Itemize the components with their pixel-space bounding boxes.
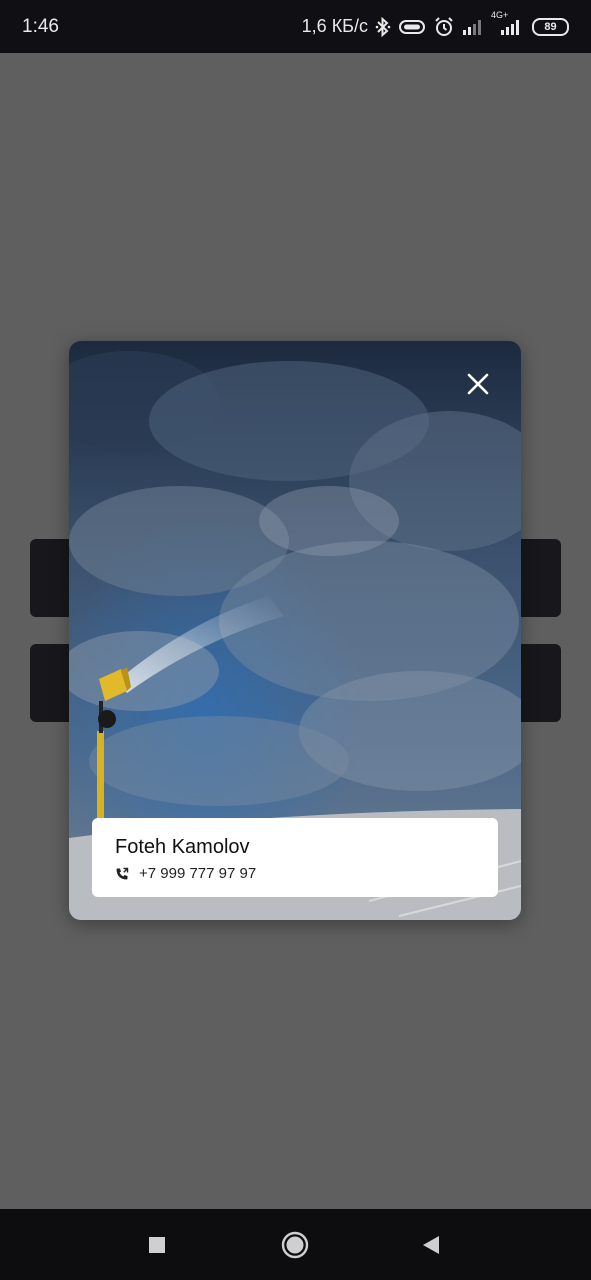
contact-name: Foteh Kamolov bbox=[115, 836, 250, 858]
phone-number: +7 999 777 97 97 bbox=[139, 865, 257, 882]
vibrate-icon bbox=[398, 17, 426, 37]
status-bar: 1:46 1,6 КБ/с 4G+ 89 bbox=[0, 0, 591, 53]
signal-weak-icon bbox=[462, 18, 484, 36]
back-triangle-icon bbox=[423, 1235, 439, 1254]
navigation-bar bbox=[0, 1209, 591, 1280]
close-button[interactable] bbox=[461, 367, 495, 401]
recents-button[interactable] bbox=[127, 1209, 187, 1280]
network-type: 4G+ bbox=[491, 9, 509, 20]
home-button[interactable] bbox=[265, 1209, 325, 1280]
network-speed: 1,6 КБ/с bbox=[301, 16, 368, 36]
phone-row[interactable]: +7 999 777 97 97 bbox=[115, 865, 498, 882]
contact-card[interactable]: Foteh Kamolov +7 999 777 97 97 bbox=[92, 818, 498, 897]
home-circle-icon bbox=[281, 1231, 309, 1258]
bluetooth-icon bbox=[375, 16, 391, 37]
alarm-icon bbox=[433, 16, 455, 38]
signal-strong-icon: 4G+ bbox=[491, 10, 525, 36]
contact-modal: Foteh Kamolov +7 999 777 97 97 bbox=[69, 341, 521, 920]
battery-level: 89 bbox=[544, 20, 557, 33]
recents-square-icon bbox=[149, 1236, 165, 1253]
status-time: 1:46 bbox=[22, 15, 59, 37]
battery-icon: 89 bbox=[532, 17, 569, 36]
phone-call-icon bbox=[116, 867, 129, 879]
back-button[interactable] bbox=[401, 1209, 461, 1280]
close-icon bbox=[467, 373, 489, 395]
status-icons: 1,6 КБ/с 4G+ 89 bbox=[301, 10, 569, 38]
